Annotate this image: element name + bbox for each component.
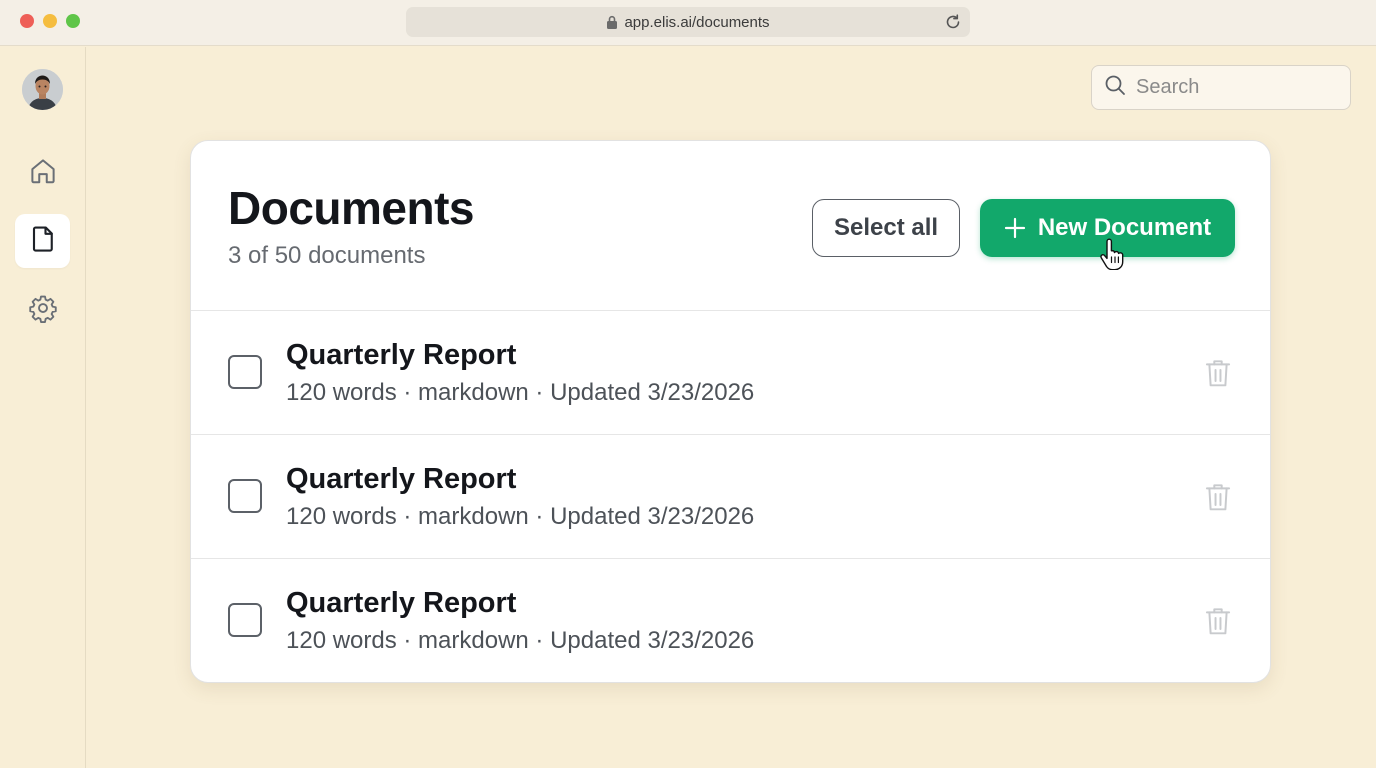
document-count: 3 of 50 documents — [228, 242, 426, 269]
document-title[interactable]: Quarterly Report — [286, 339, 516, 372]
document-title[interactable]: Quarterly Report — [286, 587, 516, 620]
close-window-button[interactable] — [20, 14, 34, 28]
document-checkbox[interactable] — [228, 355, 262, 389]
document-title[interactable]: Quarterly Report — [286, 463, 516, 496]
sidebar-item-documents[interactable] — [15, 214, 70, 268]
sidebar-item-settings[interactable] — [15, 283, 70, 337]
address-bar[interactable]: app.elis.ai/documents — [406, 7, 970, 37]
plus-icon — [1004, 217, 1026, 239]
sidebar-item-home[interactable] — [15, 146, 70, 200]
maximize-window-button[interactable] — [66, 14, 80, 28]
trash-icon[interactable] — [1203, 357, 1233, 394]
hand-cursor-icon — [1098, 238, 1126, 275]
search-box[interactable] — [1091, 65, 1351, 110]
document-row[interactable]: Quarterly Report 120 words · markdown · … — [191, 435, 1270, 559]
page-title: Documents — [228, 182, 474, 234]
documents-card: Documents 3 of 50 documents Select all N… — [190, 140, 1271, 683]
reload-icon[interactable] — [944, 13, 962, 31]
home-icon — [28, 156, 58, 191]
document-meta: 120 words · markdown · Updated 3/23/2026 — [286, 503, 755, 530]
minimize-window-button[interactable] — [43, 14, 57, 28]
trash-icon[interactable] — [1203, 481, 1233, 518]
avatar[interactable] — [22, 69, 63, 110]
sidebar — [0, 47, 86, 768]
document-icon — [28, 224, 58, 259]
lock-icon — [606, 15, 618, 29]
trash-icon[interactable] — [1203, 605, 1233, 642]
document-meta: 120 words · markdown · Updated 3/23/2026 — [286, 379, 755, 406]
documents-header: Documents 3 of 50 documents Select all N… — [191, 141, 1270, 311]
document-row[interactable]: Quarterly Report 120 words · markdown · … — [191, 559, 1270, 682]
document-meta: 120 words · markdown · Updated 3/23/2026 — [286, 627, 755, 654]
search-input[interactable] — [1136, 76, 1336, 99]
select-all-label: Select all — [833, 214, 939, 241]
document-checkbox[interactable] — [228, 603, 262, 637]
select-all-button[interactable]: Select all — [812, 199, 960, 257]
browser-titlebar: app.elis.ai/documents — [0, 0, 1376, 46]
gear-icon — [28, 293, 58, 328]
address-bar-url: app.elis.ai/documents — [624, 13, 770, 31]
document-checkbox[interactable] — [228, 479, 262, 513]
search-icon — [1104, 74, 1126, 101]
document-row[interactable]: Quarterly Report 120 words · markdown · … — [191, 311, 1270, 435]
